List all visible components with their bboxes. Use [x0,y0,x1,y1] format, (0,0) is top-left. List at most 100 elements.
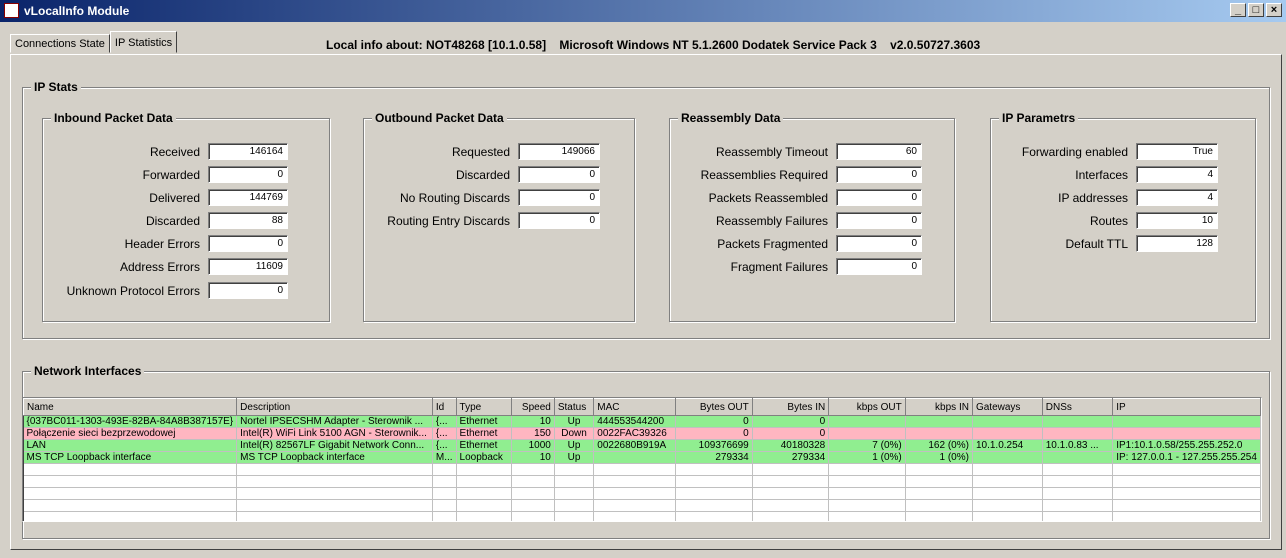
maximize-button[interactable]: □ [1248,3,1264,17]
cell-dnss [1042,415,1114,428]
col-header-bytes-out[interactable]: Bytes OUT [674,398,753,416]
field-label: Requested [451,144,510,159]
cell-speed: 1000 [511,439,555,452]
field-label: Fragment Failures [730,259,828,274]
field-label: Header Errors [124,236,200,251]
fragment-failures-field[interactable]: 0 [836,258,922,275]
inbound-unknown-protocol-field[interactable]: 0 [208,282,288,299]
header-row: Name Description Id Type Speed Status MA… [23,398,1261,416]
field-label: Unknown Protocol Errors [66,283,200,298]
col-header-gateways[interactable]: Gateways [971,398,1043,416]
col-header-type[interactable]: Type [455,398,512,416]
cell-gateways [972,415,1043,428]
cell-id: {... [432,427,457,440]
field-label: Packets Fragmented [717,236,828,251]
cell-description: MS TCP Loopback interface [236,451,433,464]
cell-gateways [972,451,1043,464]
outbound-requested-field[interactable]: 149066 [518,143,600,160]
inbound-header-errors-field[interactable]: 0 [208,235,288,252]
col-header-kbps-in[interactable]: kbps IN [904,398,973,416]
inbound-delivered-field[interactable]: 144769 [208,189,288,206]
col-header-kbps-out[interactable]: kbps OUT [828,398,906,416]
field-label: Default TTL [1065,236,1128,251]
inbound-forwarded-field[interactable]: 0 [208,166,288,183]
cell-speed: 10 [511,415,555,428]
field-label: Reassembly Timeout [715,144,828,159]
tab-ip-statistics[interactable]: IP Statistics [109,31,178,53]
forwarding-enabled-field[interactable]: True [1136,143,1218,160]
params-title: IP Parametrs [999,111,1079,125]
empty-row [23,499,1261,512]
default-ttl-field[interactable]: 128 [1136,235,1218,252]
cell-status: Up [554,451,595,464]
reassembly-timeout-field[interactable]: 60 [836,143,922,160]
cell-kbps-out [828,427,906,440]
cell-bytes-out: 0 [675,415,753,428]
cell-kbps-in: 162 (0%) [905,439,973,452]
cell-speed: 10 [511,451,555,464]
reassembly-failures-field[interactable]: 0 [836,212,922,229]
window-title: vLocalInfo Module [24,4,130,18]
col-header-id[interactable]: Id [431,398,457,416]
cell-name: LAN [23,439,238,452]
packets-fragmented-field[interactable]: 0 [836,235,922,252]
cell-name: {037BC011-1303-493E-82BA-84A8B387157E} [23,415,238,428]
cell-type: Ethernet [456,415,512,428]
field-label: Routing Entry Discards [387,213,510,228]
cell-mac [593,451,676,464]
outbound-discarded-field[interactable]: 0 [518,166,600,183]
cell-mac: 444553544200 [593,415,676,428]
cell-name: Połączenie sieci bezprzewodowej [23,427,238,440]
inbound-unknown-protocol-row: Unknown Protocol Errors 0 [60,282,288,299]
outbound-routing-entry-field[interactable]: 0 [518,212,600,229]
routes-field[interactable]: 10 [1136,212,1218,229]
inbound-received-field[interactable]: 146164 [208,143,288,160]
col-header-description[interactable]: Description [236,398,433,416]
title-bar[interactable]: vLocalInfo Module _ □ × [0,0,1286,22]
outbound-title: Outbound Packet Data [372,111,507,125]
cell-dnss [1042,451,1114,464]
routes-row: Routes 10 [1002,212,1218,229]
col-header-name[interactable]: Name [23,398,238,416]
table-row[interactable]: MS TCP Loopback interface MS TCP Loopbac… [23,451,1261,464]
inbound-discarded-field[interactable]: 88 [208,212,288,229]
ip-addresses-row: IP addresses 4 [1002,189,1218,206]
tab-connections-state[interactable]: Connections State [10,34,110,53]
minimize-button[interactable]: _ [1230,3,1246,17]
field-label: IP addresses [1058,190,1128,205]
inbound-address-errors-field[interactable]: 11609 [208,258,288,275]
col-header-ip[interactable]: IP [1112,398,1261,416]
outbound-routing-entry-row: Routing Entry Discards 0 [370,212,600,229]
empty-row [23,511,1261,521]
reassemblies-required-field[interactable]: 0 [836,166,922,183]
cell-id: {... [432,415,457,428]
packets-reassembled-field[interactable]: 0 [836,189,922,206]
cell-type: Ethernet [456,427,512,440]
cell-dnss: 10.1.0.83 ... [1042,439,1114,452]
field-label: Forwarded [142,167,200,182]
interfaces-field[interactable]: 4 [1136,166,1218,183]
default-ttl-row: Default TTL 128 [1002,235,1218,252]
close-button[interactable]: × [1266,3,1282,17]
table-row[interactable]: {037BC011-1303-493E-82BA-84A8B387157E} N… [23,415,1261,428]
col-header-mac[interactable]: MAC [593,398,676,416]
col-header-speed[interactable]: Speed [510,398,555,416]
field-label: Reassemblies Required [700,167,828,182]
field-label: Discarded [455,167,510,182]
fragment-failures-row: Fragment Failures 0 [678,258,922,275]
table-row[interactable]: LAN Intel(R) 82567LF Gigabit Network Con… [23,439,1261,452]
ip-stats-title: IP Stats [31,80,81,94]
tab-strip: Connections State IP Statistics [10,31,178,53]
network-interfaces-grid[interactable]: Name Description Id Type Speed Status MA… [22,397,1262,522]
outbound-no-routing-field[interactable]: 0 [518,189,600,206]
field-label: Packets Reassembled [708,190,828,205]
cell-kbps-out: 1 (0%) [828,451,906,464]
col-header-dnss[interactable]: DNSs [1041,398,1114,416]
table-row[interactable]: Połączenie sieci bezprzewodowej Intel(R)… [23,427,1261,440]
cell-name: MS TCP Loopback interface [23,451,238,464]
col-header-status[interactable]: Status [553,398,595,416]
field-label: Delivered [149,190,200,205]
empty-row [23,463,1261,476]
col-header-bytes-in[interactable]: Bytes IN [751,398,830,416]
ip-addresses-field[interactable]: 4 [1136,189,1218,206]
